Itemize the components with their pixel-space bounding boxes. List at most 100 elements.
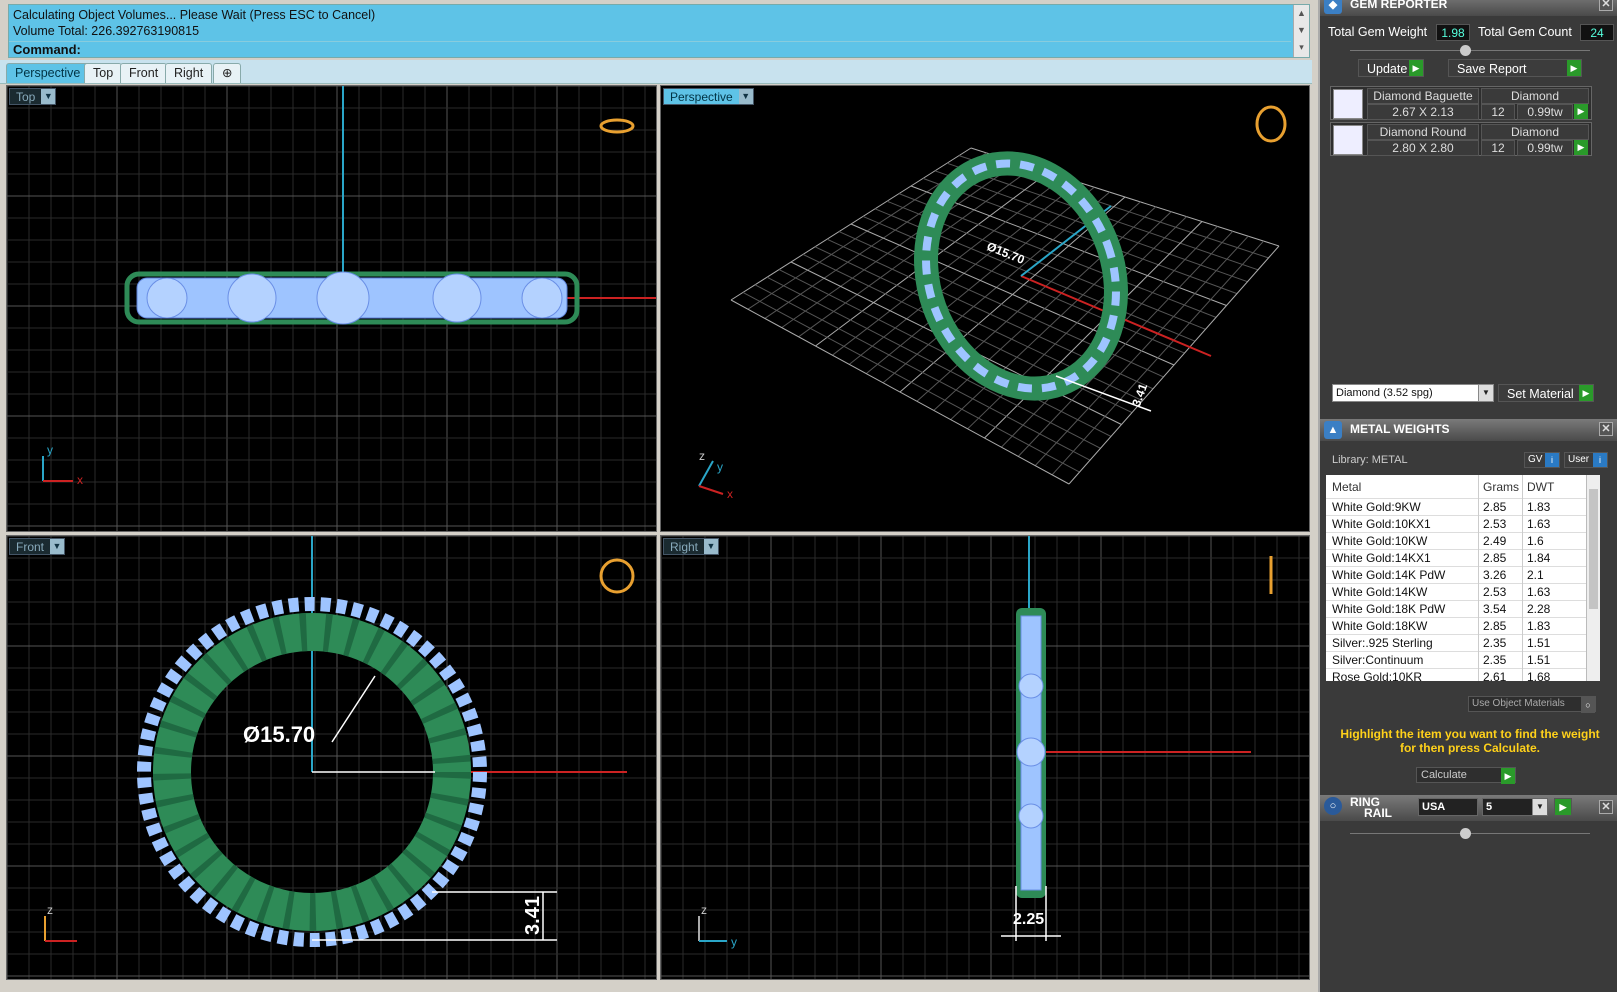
table-row[interactable]: White Gold:14KW 2.53 1.63 [1326, 584, 1600, 601]
dimension-leader [331, 675, 376, 743]
ring-rail-title: RING RAIL [1350, 796, 1392, 819]
app-window: Calculating Object Volumes... Please Wai… [0, 0, 1617, 992]
collapse-handle-icon[interactable] [1460, 828, 1471, 839]
metal-name: White Gold:10KX1 [1332, 517, 1431, 531]
gem-reporter-header: ◆ GEM REPORTER ✕ [1320, 0, 1617, 16]
gem-count: 12 [1481, 140, 1515, 156]
calculate-button[interactable]: Calculate ▶ [1416, 767, 1516, 784]
user-toggle[interactable]: User i [1564, 452, 1608, 468]
ring-size-region-value: USA [1422, 801, 1446, 813]
command-scrollbar[interactable]: ▲ ▼ ▾ [1293, 5, 1309, 57]
total-gem-count-label: Total Gem Count [1478, 25, 1572, 39]
chevron-down-icon[interactable]: ▼ [41, 89, 56, 104]
viewport-label-text: Front [16, 540, 45, 554]
history-line: Volume Total: 226.392763190815 [13, 24, 200, 38]
chevron-down-icon[interactable]: ▼ [1478, 385, 1493, 401]
dwt-value: 1.83 [1522, 499, 1580, 516]
table-row[interactable]: White Gold:18K PdW 3.54 2.28 [1326, 601, 1600, 618]
gem-row[interactable]: Diamond Round Diamond 2.80 X 2.80 12 0.9… [1330, 122, 1592, 156]
scroll-more-icon[interactable]: ▾ [1294, 39, 1309, 56]
viewport-label-front[interactable]: Front ▼ [9, 538, 66, 555]
save-report-button[interactable]: Save Report ▶ [1448, 59, 1582, 77]
viewport-right[interactable]: z y 2.25 Right ▼ [660, 535, 1310, 980]
table-row[interactable]: White Gold:14K PdW 3.26 2.1 [1326, 567, 1600, 584]
y-axis-label: y [731, 935, 737, 949]
viewport-label-top[interactable]: Top ▼ [9, 88, 57, 105]
chevron-down-icon[interactable]: ▼ [50, 539, 65, 554]
update-button[interactable]: Update ▶ [1358, 59, 1424, 77]
viewport-tabs: Perspective Top Front Right ⊕ [0, 60, 1312, 84]
x-axis-label: x [77, 473, 83, 487]
command-prompt[interactable]: Command: [9, 41, 1291, 58]
command-history: Calculating Object Volumes... Please Wai… [13, 7, 375, 39]
set-material-button[interactable]: Set Material ▶ [1498, 384, 1594, 402]
play-icon[interactable]: ▶ [1574, 104, 1588, 119]
tab-top[interactable]: Top [84, 63, 123, 83]
dwt-value: 1.68 [1522, 669, 1580, 681]
gem-material-select-value: Diamond (3.52 spg) [1336, 387, 1433, 399]
viewport-label-right[interactable]: Right ▼ [663, 538, 720, 555]
metal-weights-table[interactable]: Metal Grams DWT White Gold:9KW 2.85 1.83 Wh… [1326, 475, 1600, 681]
grams-value: 2.35 [1478, 652, 1522, 669]
scrollbar-thumb[interactable] [1589, 489, 1598, 609]
gem-material: Diamond [1481, 88, 1589, 104]
grams-value: 2.53 [1478, 516, 1522, 533]
collapse-handle-icon[interactable] [1460, 45, 1471, 56]
total-gem-weight-label: Total Gem Weight [1328, 25, 1428, 39]
chevron-down-icon[interactable]: ▼ [738, 89, 753, 104]
tab-perspective[interactable]: Perspective [6, 63, 90, 83]
table-row[interactable]: Silver:Continuum 2.35 1.51 [1326, 652, 1600, 669]
grams-value: 2.85 [1478, 550, 1522, 567]
use-object-materials-button[interactable]: Use Object Materials ○ [1468, 696, 1596, 713]
table-row[interactable]: White Gold:18KW 2.85 1.83 [1326, 618, 1600, 635]
scroll-down-icon[interactable]: ▼ [1294, 22, 1309, 39]
grams-value: 2.61 [1478, 669, 1522, 681]
metal-name: White Gold:18KW [1332, 619, 1428, 633]
right-panel: ◆ GEM REPORTER ✕ Total Gem Weight 1.98 T… [1318, 0, 1617, 992]
use-object-materials-label: Use Object Materials [1472, 698, 1565, 709]
play-icon: ▶ [1409, 60, 1423, 76]
chevron-down-icon[interactable]: ▼ [704, 539, 719, 554]
command-area[interactable]: Calculating Object Volumes... Please Wai… [8, 4, 1310, 58]
viewport-top[interactable]: y x Top ▼ [6, 85, 657, 532]
baguette-gem-icon [1333, 89, 1363, 119]
gem-row[interactable]: Diamond Baguette Diamond 2.67 X 2.13 12 … [1330, 86, 1592, 120]
right-view-canvas: z y [661, 536, 1309, 979]
table-row[interactable]: Rose Gold:10KR 2.61 1.68 [1326, 669, 1600, 681]
table-row[interactable]: White Gold:9KW 2.85 1.83 [1326, 499, 1600, 516]
viewport-label-perspective[interactable]: Perspective ▼ [663, 88, 754, 105]
y-axis-label: y [717, 460, 723, 474]
gem-material: Diamond [1481, 124, 1589, 140]
close-icon[interactable]: ✕ [1599, 422, 1613, 436]
tab-front[interactable]: Front [120, 63, 168, 83]
ring-side [1016, 608, 1046, 898]
chevron-down-icon[interactable]: ▼ [1532, 799, 1547, 815]
z-axis-label: z [47, 903, 53, 917]
close-icon[interactable]: ✕ [1599, 800, 1613, 814]
ring-orientation-icon[interactable] [1255, 105, 1287, 143]
z-axis-label: z [701, 903, 707, 917]
ring-size-region-select[interactable]: USA [1418, 798, 1478, 816]
play-icon[interactable]: ▶ [1574, 140, 1588, 155]
table-scrollbar[interactable] [1586, 475, 1600, 681]
gv-toggle[interactable]: GV i [1524, 452, 1560, 468]
table-row[interactable]: Silver:.925 Sterling 2.35 1.51 [1326, 635, 1600, 652]
z-axis-label: z [699, 449, 705, 463]
gem-size: 2.67 X 2.13 [1367, 104, 1479, 120]
table-row[interactable]: White Gold:14KX1 2.85 1.84 [1326, 550, 1600, 567]
ring-size-select[interactable]: 5 ▼ [1482, 798, 1548, 816]
table-row[interactable]: White Gold:10KW 2.49 1.6 [1326, 533, 1600, 550]
viewport-front[interactable]: z Ø15.70 3.41 Front ▼ [6, 535, 657, 980]
tab-right[interactable]: Right [165, 63, 213, 83]
close-icon[interactable]: ✕ [1599, 0, 1613, 11]
dwt-value: 1.84 [1522, 550, 1580, 567]
apply-ring-size-button[interactable]: ▶ [1554, 798, 1572, 816]
dwt-value: 1.63 [1522, 516, 1580, 533]
ring-orientation-icon[interactable] [599, 558, 635, 594]
gem-material-select[interactable]: Diamond (3.52 spg) ▼ [1332, 384, 1494, 402]
height-dimension: 3.41 [521, 896, 544, 935]
table-row[interactable]: White Gold:10KX1 2.53 1.63 [1326, 516, 1600, 533]
scroll-up-icon[interactable]: ▲ [1294, 5, 1309, 22]
viewport-perspective[interactable]: z y x Ø15.70 3.41 Perspective ▼ [660, 85, 1310, 532]
add-tab-icon[interactable]: ⊕ [213, 63, 242, 83]
